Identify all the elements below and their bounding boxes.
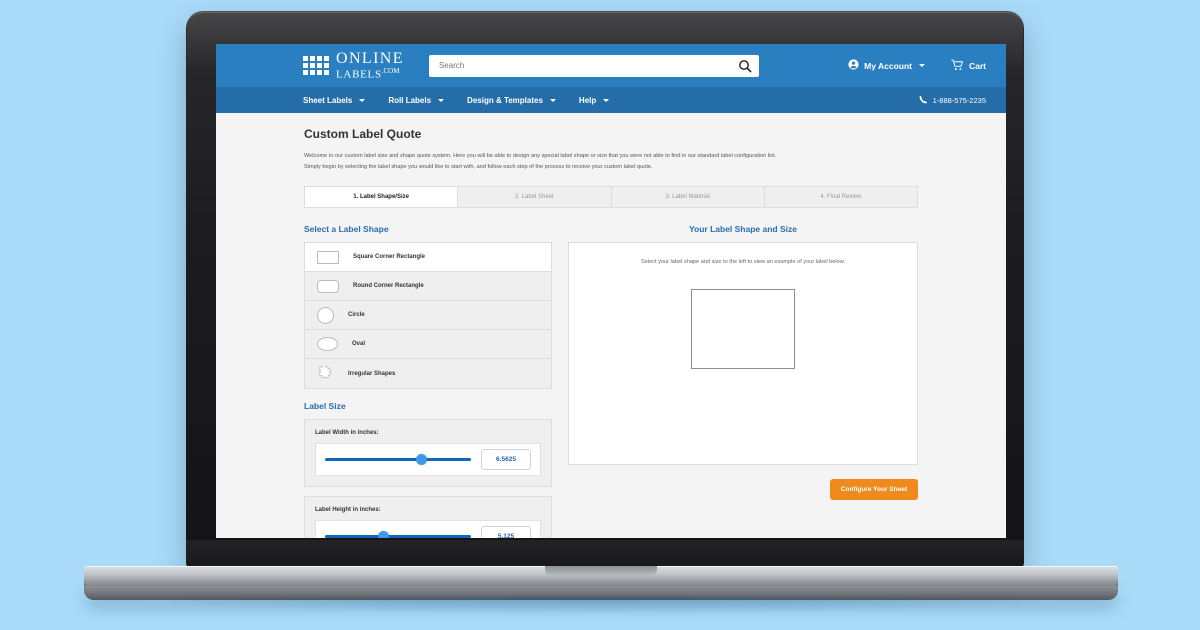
shape-section-title: Select a Label Shape <box>304 224 389 235</box>
nav-item-roll-labels[interactable]: Roll Labels <box>388 95 445 105</box>
shape-option-label: Round Corner Rectangle <box>353 283 424 290</box>
configure-your-sheet-button[interactable]: Configure Your Sheet <box>829 479 918 501</box>
grid-icon <box>303 56 329 75</box>
page-description: Welcome to our custom label size and sha… <box>304 151 918 172</box>
preview-title: Your Label Shape and Size <box>688 224 797 235</box>
nav-items: Sheet Labels Roll Labels Design & Templa… <box>303 95 610 105</box>
user-icon <box>848 59 859 72</box>
shape-option-round-corner-rectangle[interactable]: Round Corner Rectangle <box>305 272 551 302</box>
circle-icon <box>317 306 334 324</box>
shape-option-list: Square Corner Rectangle Round Corner Rec… <box>304 242 552 390</box>
step-tab-label-shape-size[interactable]: 1. Label Shape/Size <box>305 187 459 208</box>
browser-screen: ONLINE LABELS.COM My Account <box>216 44 1006 538</box>
step-tab-label-material[interactable]: 3. Label Material <box>611 187 765 208</box>
label-height-value[interactable]: 5.125 <box>481 526 531 538</box>
chevron-down-icon <box>549 98 556 102</box>
cart-button[interactable]: Cart <box>951 59 986 73</box>
nav-item-sheet-labels[interactable]: Sheet Labels <box>303 95 366 105</box>
nav-item-help[interactable]: Help <box>578 95 610 105</box>
label-width-slider-knob[interactable] <box>415 454 427 466</box>
label-height-group: Label Height in inches: 5.125 <box>304 496 552 538</box>
nav-label: Help <box>578 95 597 105</box>
label-height-slider-card: 5.125 <box>315 520 541 538</box>
label-width-slider[interactable] <box>325 454 471 466</box>
laptop-base-notch <box>545 566 657 576</box>
irregular-shape-icon <box>317 364 334 381</box>
site-header: ONLINE LABELS.COM My Account <box>216 44 1006 87</box>
main-navigation: Sheet Labels Roll Labels Design & Templa… <box>216 87 1006 113</box>
nav-label: Roll Labels <box>388 95 432 105</box>
label-height-slider-knob[interactable] <box>377 531 389 538</box>
phone-number[interactable]: 1-888-575-2235 <box>919 95 986 106</box>
search-bar[interactable] <box>428 54 759 77</box>
page-body: Custom Label Quote Welcome to our custom… <box>216 113 1006 538</box>
left-column: Select a Label Shape Square Corner Recta… <box>304 224 552 538</box>
shape-option-oval[interactable]: Oval <box>305 330 551 360</box>
page-description-line1: Welcome to our custom label size and sha… <box>304 153 777 159</box>
logo-line1: ONLINE <box>336 49 404 67</box>
shape-option-label: Irregular Shapes <box>348 370 396 377</box>
cart-icon <box>951 59 964 73</box>
label-width-label: Label Width in inches: <box>315 430 379 437</box>
laptop-shadow <box>120 596 1080 614</box>
step-tab-label-sheet[interactable]: 2. Label Sheet <box>458 187 612 208</box>
label-height-label: Label Height in inches: <box>315 507 381 514</box>
oval-icon <box>317 337 338 352</box>
label-width-group: Label Width in inches: 6.5625 <box>304 419 552 488</box>
round-corner-rectangle-icon <box>317 279 339 293</box>
my-account-label: My Account <box>864 60 912 71</box>
shape-option-square-corner-rectangle[interactable]: Square Corner Rectangle <box>305 243 551 273</box>
chevron-down-icon <box>438 98 445 102</box>
nav-label: Sheet Labels <box>303 95 353 105</box>
label-preview-panel: Select your label shape and size to the … <box>568 242 918 466</box>
step-tab-final-review[interactable]: 4. Final Review <box>764 187 917 208</box>
laptop-lid-chin <box>186 540 1024 568</box>
search-icon[interactable] <box>738 59 752 73</box>
preview-hint: Select your label shape and size to the … <box>641 259 845 266</box>
size-section-title: Label Size <box>304 401 346 412</box>
shape-option-label: Oval <box>352 341 366 348</box>
page-title: Custom Label Quote <box>304 127 422 141</box>
shape-option-irregular-shapes[interactable]: Irregular Shapes <box>305 359 551 389</box>
shape-option-circle[interactable]: Circle <box>305 301 551 331</box>
content-columns: Select a Label Shape Square Corner Recta… <box>304 224 918 538</box>
phone-number-label: 1-888-575-2235 <box>932 95 986 105</box>
laptop-mockup: ONLINE LABELS.COM My Account <box>0 0 1200 630</box>
cart-label: Cart <box>968 60 986 71</box>
chevron-down-icon <box>918 64 925 67</box>
cta-wrapper: Configure Your Sheet <box>568 479 918 501</box>
chevron-down-icon <box>603 98 610 102</box>
label-height-slider[interactable] <box>325 531 471 538</box>
logo-suffix: .COM <box>381 66 400 75</box>
square-corner-rectangle-icon <box>317 250 339 264</box>
nav-label: Design & Templates <box>467 95 543 105</box>
header-right: My Account Cart <box>848 59 986 73</box>
logo-line2: LABELS.COM <box>336 66 400 81</box>
my-account-menu[interactable]: My Account <box>848 59 925 72</box>
logo-text: ONLINE LABELS.COM <box>336 49 404 81</box>
shape-option-label: Square Corner Rectangle <box>353 254 426 261</box>
shape-option-label: Circle <box>348 312 365 319</box>
nav-item-design-templates[interactable]: Design & Templates <box>467 96 556 105</box>
chevron-down-icon <box>359 98 366 102</box>
search-input[interactable] <box>436 54 731 77</box>
label-width-slider-card: 6.5625 <box>315 443 541 477</box>
right-column: Your Label Shape and Size Select your la… <box>568 224 918 538</box>
site-logo[interactable]: ONLINE LABELS.COM <box>303 49 404 81</box>
label-preview-shape <box>691 289 795 370</box>
phone-icon <box>919 95 928 106</box>
step-tabs: 1. Label Shape/Size 2. Label Sheet 3. La… <box>304 186 918 209</box>
label-width-value[interactable]: 6.5625 <box>481 449 531 471</box>
page-description-line2: Simply begin by selecting the label shap… <box>304 163 653 170</box>
